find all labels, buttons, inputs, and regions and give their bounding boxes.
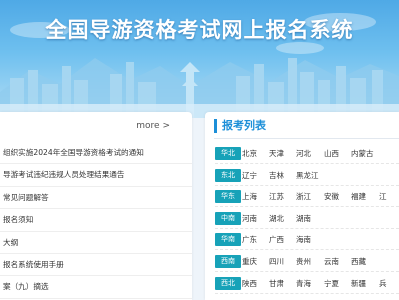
divider (214, 138, 399, 139)
province-link[interactable]: 江 (379, 188, 387, 206)
province-link[interactable]: 重庆 (242, 253, 257, 271)
site-title: 全国导游资格考试网上报名系统 (45, 18, 354, 42)
province-link[interactable]: 北京 (242, 145, 257, 163)
region-tag: 中南 (215, 211, 241, 225)
notice-item[interactable]: 导游考试违纪违规人员处理结果通告 (0, 164, 192, 187)
province-link[interactable]: 湖南 (296, 210, 311, 228)
province-link[interactable]: 山西 (324, 145, 339, 163)
region-row: 中南 河南 湖北 湖南 (215, 210, 399, 229)
notice-panel: more > 组织实施2024年全国导游资格考试的通知 导游考试违纪违规人员处理… (0, 112, 192, 300)
province-link[interactable]: 西藏 (351, 253, 366, 271)
province-link[interactable]: 甘肃 (269, 275, 284, 293)
province-link[interactable]: 辽宁 (242, 167, 257, 185)
registration-panel: 报考列表 华北 北京 天津 河北 山西 内蒙古 东北 辽宁 吉林 黑龙江 华东 上海 江苏 浙江 安徽 福建江… (205, 112, 399, 300)
notice-item[interactable]: 组织实施2024年全国导游资格考试的通知 (0, 142, 192, 165)
more-link[interactable]: more > (136, 121, 170, 131)
province-link[interactable]: 吉林 (269, 167, 284, 185)
notice-item[interactable]: 常见问题解答 (0, 187, 192, 210)
province-link[interactable]: 广西 (269, 231, 284, 249)
notice-item[interactable]: 报名须知 (0, 209, 192, 232)
region-row: 西南 重庆 四川 贵州 云南 西藏 (215, 253, 399, 272)
province-link[interactable]: 贵州 (296, 253, 311, 271)
region-tag: 华南 (215, 233, 241, 247)
region-row: 华南 广东 广西 海南 (215, 231, 399, 251)
region-row: 西北 陕西 甘肃 青海 宁夏 新疆兵 (215, 275, 399, 294)
province-link[interactable]: 河北 (296, 145, 311, 163)
region-tag: 东北 (215, 168, 241, 182)
province-link[interactable]: 兵 (379, 275, 387, 293)
header-banner: 全国导游资格考试网上报名系统 (0, 0, 399, 118)
region-tag: 华北 (215, 147, 241, 160)
region-tag: 华东 (215, 190, 241, 204)
province-link[interactable]: 海南 (296, 231, 311, 249)
region-tag: 西南 (215, 255, 241, 268)
registration-list-title: 报考列表 (214, 119, 266, 133)
province-link[interactable]: 上海 (242, 188, 257, 206)
province-link[interactable]: 天津 (269, 145, 284, 163)
province-link[interactable]: 福建 (351, 188, 366, 206)
province-link[interactable]: 河南 (242, 210, 257, 228)
province-link[interactable]: 陕西 (242, 275, 257, 293)
province-link[interactable]: 黑龙江 (296, 167, 319, 185)
province-link[interactable]: 安徽 (324, 188, 339, 206)
province-link[interactable]: 新疆 (351, 275, 366, 293)
province-link[interactable]: 浙江 (296, 188, 311, 206)
region-row: 华东 上海 江苏 浙江 安徽 福建江 (215, 188, 399, 208)
notice-item[interactable]: 案（九）摘选 (0, 276, 192, 299)
region-row: 华北 北京 天津 河北 山西 内蒙古 (215, 145, 399, 164)
province-link[interactable]: 广东 (242, 231, 257, 249)
province-link[interactable]: 江苏 (269, 188, 284, 206)
province-link[interactable]: 内蒙古 (351, 145, 374, 163)
region-row: 东北 辽宁 吉林 黑龙江 (215, 167, 399, 186)
province-link[interactable]: 青海 (296, 275, 311, 293)
notice-item[interactable]: 大纲 (0, 232, 192, 254)
notice-list: 组织实施2024年全国导游资格考试的通知 导游考试违纪违规人员处理结果通告 常见… (0, 142, 192, 299)
province-link[interactable]: 湖北 (269, 210, 284, 228)
region-tag: 西北 (215, 276, 241, 290)
province-link[interactable]: 四川 (269, 253, 284, 271)
province-link[interactable]: 宁夏 (324, 275, 339, 293)
notice-item[interactable]: 报名系统使用手册 (0, 254, 192, 277)
province-link[interactable]: 云南 (324, 253, 339, 271)
